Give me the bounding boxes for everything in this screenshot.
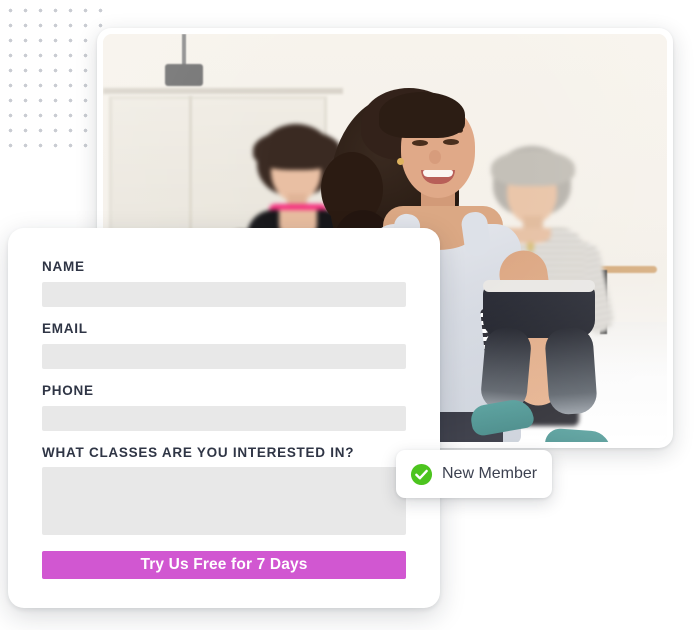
new-member-badge: New Member bbox=[396, 450, 552, 498]
email-label: EMAIL bbox=[42, 320, 88, 336]
signup-form: NAME EMAIL PHONE WHAT CLASSES ARE YOU IN… bbox=[20, 240, 428, 596]
name-label: NAME bbox=[42, 259, 85, 274]
submit-button[interactable]: Try Us Free for 7 Days bbox=[42, 551, 406, 580]
phone-label: PHONE bbox=[42, 382, 94, 398]
check-circle-icon bbox=[410, 463, 433, 485]
dot-pattern-decoration bbox=[0, 0, 112, 158]
promo-composition: NAME EMAIL PHONE WHAT CLASSES ARE YOU IN… bbox=[0, 0, 700, 630]
phone-input[interactable] bbox=[42, 405, 406, 431]
signup-form-card: NAME EMAIL PHONE WHAT CLASSES ARE YOU IN… bbox=[8, 228, 440, 608]
interests-label: WHAT CLASSES ARE YOU INTERESTED IN? bbox=[42, 444, 355, 460]
interests-textarea[interactable] bbox=[42, 467, 406, 536]
badge-label: New Member bbox=[442, 465, 538, 482]
email-input[interactable] bbox=[42, 343, 406, 369]
name-input[interactable] bbox=[42, 281, 406, 307]
